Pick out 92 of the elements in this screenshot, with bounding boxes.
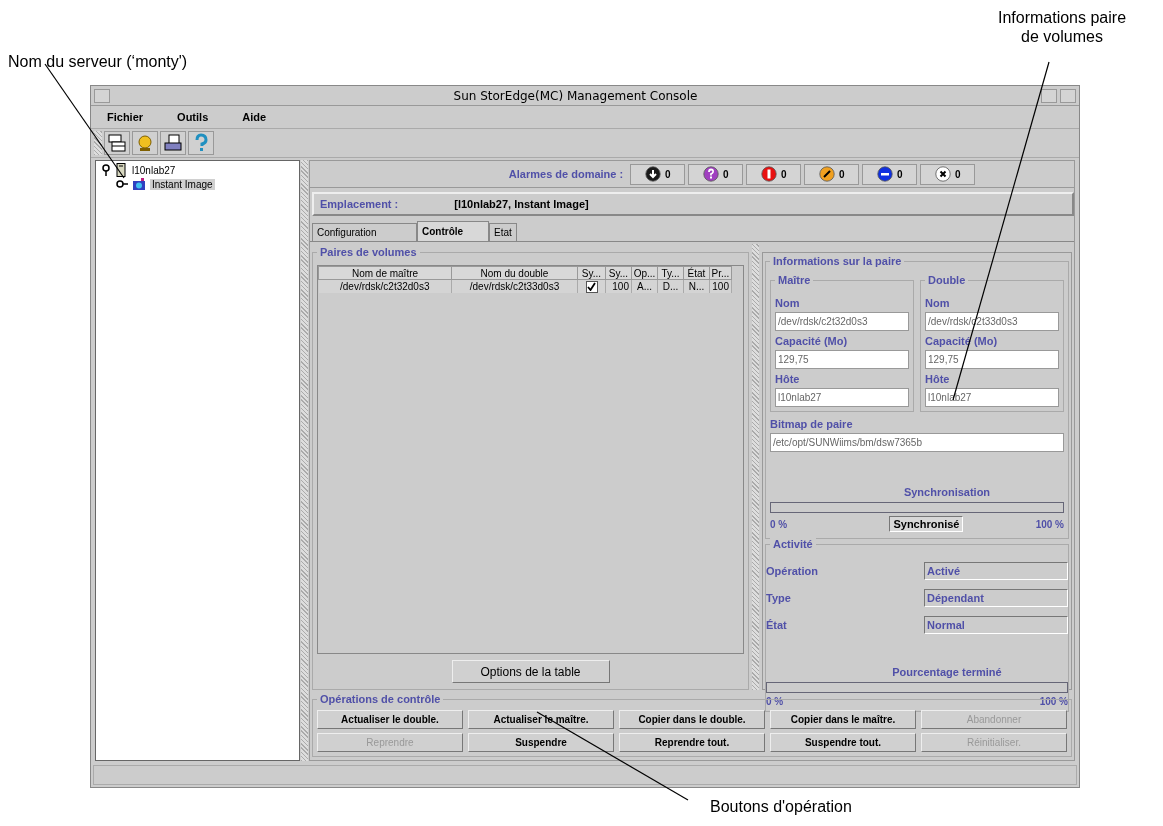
field-label: Hôte: [775, 373, 801, 385]
menu-item[interactable]: Outils: [177, 111, 209, 123]
camera-icon: [132, 177, 146, 191]
toolbar-button[interactable]: [160, 131, 186, 155]
window-title: Sun StorEdge(MC) Management Console: [452, 88, 699, 103]
field-label: Nom: [775, 297, 801, 309]
operation-button[interactable]: Copier dans le double.: [619, 710, 765, 729]
alarm-button[interactable]: 0: [862, 163, 918, 185]
alarm-status-icon: [818, 166, 835, 182]
alarm-count: 0: [722, 168, 729, 180]
expand-handle-icon[interactable]: [100, 164, 112, 176]
group-title: Double: [925, 274, 969, 286]
callout-label: Nom du serveur (‘monty'): [8, 52, 188, 71]
read-only-field: Normal: [924, 615, 1068, 634]
column-header[interactable]: Nom du double: [451, 266, 578, 280]
field-label: Nom: [925, 297, 951, 309]
group-title: Activité: [770, 538, 816, 550]
read-only-field: /etc/opt/SUNWiims/bm/dsw7365b: [770, 433, 1064, 452]
tree-item[interactable]: l10nlab27: [130, 164, 178, 176]
scale-max-label: 100 %: [1035, 518, 1064, 530]
read-only-field: 129,75: [925, 350, 1059, 369]
toolbar-button[interactable]: [104, 131, 130, 155]
toolbar-grip[interactable]: [94, 131, 102, 155]
tab[interactable]: Configuration: [312, 223, 417, 241]
table-options-button[interactable]: Options de la table: [451, 660, 610, 683]
operation-button[interactable]: Suspendre: [468, 733, 614, 752]
alarms-label: Alarmes de domaine :: [508, 168, 624, 180]
printer-icon: [163, 133, 183, 153]
alarm-button[interactable]: 0: [688, 163, 744, 185]
group-title: Maître: [775, 274, 814, 286]
location-label: Emplacement :: [320, 198, 399, 210]
bell-icon: [135, 133, 155, 153]
alarm-button[interactable]: 0: [804, 163, 860, 185]
alarm-status-icon: [876, 166, 893, 182]
sync-status-field: Synchronisé: [889, 516, 964, 532]
alarm-button[interactable]: 0: [630, 163, 686, 185]
read-only-field: l10nlab27: [925, 388, 1059, 407]
alarm-status-icon: [760, 166, 777, 182]
window-layout-icon: [107, 133, 127, 153]
column-header[interactable]: Sy...: [605, 266, 632, 280]
alarm-count: 0: [664, 168, 671, 180]
menu-item[interactable]: Aide: [242, 111, 267, 123]
tab[interactable]: Etat: [489, 223, 517, 241]
field-label: Capacité (Mo): [775, 335, 849, 347]
alarm-status-icon: [702, 166, 719, 182]
read-only-field: l10nlab27: [775, 388, 909, 407]
tab[interactable]: Contrôle: [417, 221, 489, 241]
alarm-button[interactable]: 0: [746, 163, 802, 185]
splitter-handle[interactable]: [752, 244, 759, 690]
read-only-field: Activé: [924, 561, 1068, 580]
alarm-count: 0: [838, 168, 845, 180]
column-header[interactable]: Op...: [631, 266, 658, 280]
group-title: Informations sur la paire: [770, 255, 905, 267]
callout-label: Informations paire de volumes: [996, 8, 1128, 46]
column-header[interactable]: Nom de maître: [318, 266, 452, 280]
alarm-button[interactable]: 0: [920, 163, 976, 185]
field-label: État: [766, 618, 787, 631]
column-header[interactable]: Ty...: [657, 266, 684, 280]
column-header[interactable]: Pr...: [709, 266, 732, 280]
alarm-status-icon: [644, 166, 661, 182]
column-header[interactable]: Sy...: [577, 266, 606, 280]
expand-handle-icon[interactable]: [116, 178, 128, 190]
checkbox[interactable]: [585, 280, 598, 293]
operation-button[interactable]: Suspendre tout.: [770, 733, 916, 752]
field-label: Bitmap de paire: [770, 418, 854, 430]
group-title: Paires de volumes: [317, 246, 420, 258]
field-label: Hôte: [925, 373, 951, 385]
tree-item[interactable]: Instant Image: [150, 178, 215, 190]
read-only-field: /dev/rdsk/c2t32d0s3: [775, 312, 909, 331]
operation-button[interactable]: Copier dans le maître.: [770, 710, 916, 729]
alarm-count: 0: [954, 168, 961, 180]
progress-label: Pourcentage terminé: [891, 666, 1003, 678]
location-value: [l10nlab27, Instant Image]: [454, 198, 589, 210]
scale-min-label: 0 %: [770, 518, 788, 530]
alarm-count: 0: [780, 168, 787, 180]
read-only-field: 129,75: [775, 350, 909, 369]
splitter-handle[interactable]: [301, 160, 308, 761]
column-header[interactable]: État: [683, 266, 710, 280]
field-label: Opération: [766, 564, 818, 577]
group-title: Opérations de contrôle: [317, 693, 444, 705]
progress-label: Synchronisation: [902, 486, 992, 498]
checkmark-icon: [587, 282, 596, 292]
callout-label: Boutons d'opération: [710, 797, 852, 816]
server-icon: [116, 163, 126, 177]
minimize-button[interactable]: [1041, 88, 1057, 103]
menu-item[interactable]: Fichier: [107, 111, 144, 123]
alarm-count: 0: [896, 168, 903, 180]
field-label: Type: [766, 591, 791, 604]
alarm-status-icon: [934, 166, 951, 182]
operation-button[interactable]: Actualiser le double.: [317, 710, 463, 729]
read-only-field: Dépendant: [924, 588, 1068, 607]
operation-button[interactable]: Reprendre tout.: [619, 733, 765, 752]
